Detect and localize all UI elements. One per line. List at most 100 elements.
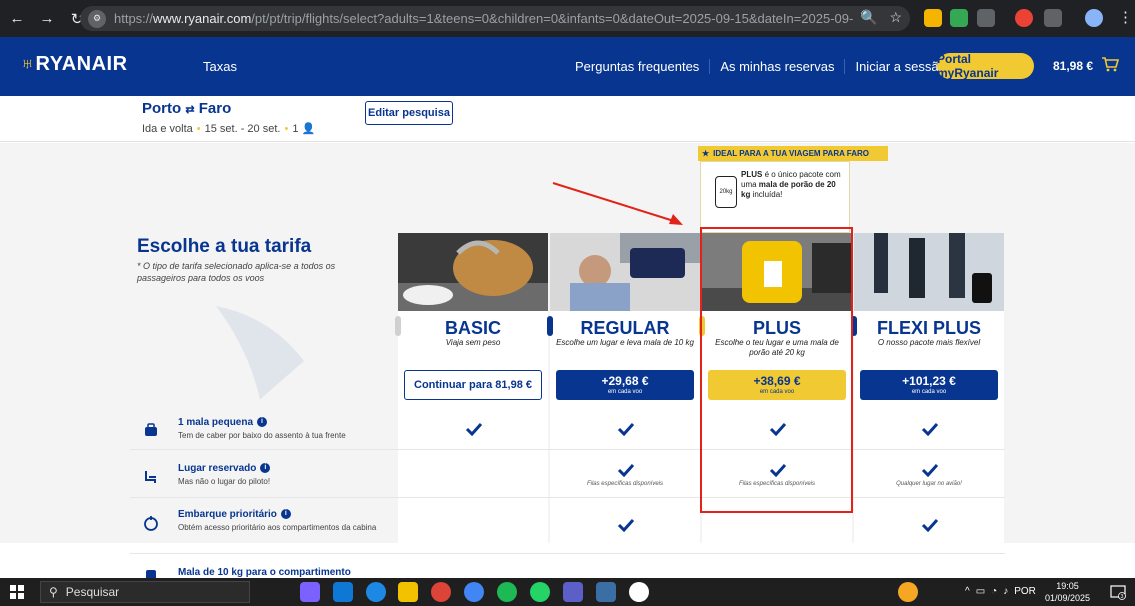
whatsapp-icon[interactable] bbox=[530, 582, 550, 602]
weather-icon[interactable] bbox=[898, 582, 918, 602]
seat-note: Filas específicas disponíveis bbox=[738, 481, 816, 487]
system-tray: ^ ▭ ◔ ♪ POR bbox=[965, 586, 1036, 597]
feature-title: Lugar reservado i bbox=[178, 463, 271, 474]
trip-info: Ida e volta • 15 set. - 20 set. • 1 👤 bbox=[142, 123, 316, 135]
site-header: ♅RYANAIR Taxas Perguntas frequentes As m… bbox=[0, 37, 1135, 96]
outlook-app-icon[interactable] bbox=[333, 582, 353, 602]
teams-icon[interactable] bbox=[563, 582, 583, 602]
chrome-icon[interactable] bbox=[431, 582, 451, 602]
fare-photo-flexi-plus bbox=[854, 233, 1004, 311]
chevron-up-icon[interactable]: ^ bbox=[965, 586, 970, 597]
zoom-icon[interactable]: 🔍 bbox=[860, 9, 877, 26]
spotify-icon[interactable] bbox=[497, 582, 517, 602]
windows-taskbar: ⚲ Pesquisar ^ ▭ ◔ ♪ POR 19:05 01/09/2025… bbox=[0, 578, 1135, 606]
harp-watermark-icon bbox=[216, 306, 304, 400]
passenger-icon: 👤 bbox=[301, 123, 316, 135]
extension-icon[interactable] bbox=[924, 9, 942, 27]
fare-selection: Escolhe a tua tarifa * O tipo de tarifa … bbox=[0, 143, 1135, 578]
select-flexi-plus-button[interactable]: +101,23 € em cada voo bbox=[860, 370, 998, 400]
info-icon[interactable]: i bbox=[257, 417, 268, 428]
feature-title: Mala de 10 kg para o compartimento bbox=[178, 567, 351, 578]
address-bar[interactable]: ⚙ https://www.ryanair.com/pt/pt/trip/fli… bbox=[80, 6, 910, 31]
cart-icon[interactable] bbox=[1100, 54, 1120, 74]
wifi-icon[interactable]: ◔ bbox=[991, 586, 997, 597]
extension-icon[interactable] bbox=[977, 9, 995, 27]
portal-myryanair-button[interactable]: Portal myRyanair bbox=[937, 52, 1034, 80]
url-text: https://www.ryanair.com/pt/pt/trip/fligh… bbox=[114, 11, 854, 26]
volume-icon[interactable]: ♪ bbox=[1003, 586, 1008, 597]
fare-description: Viaja sem peso bbox=[445, 338, 501, 347]
fare-description: Escolhe um lugar e leva mala de 10 kg bbox=[556, 338, 694, 347]
app-icon[interactable] bbox=[596, 582, 616, 602]
chrome-profile-icon[interactable] bbox=[464, 582, 484, 602]
taskbar-clock[interactable]: 19:05 01/09/2025 bbox=[1045, 580, 1090, 604]
notification-icon[interactable]: 3 bbox=[1110, 584, 1126, 600]
windows-start-icon[interactable] bbox=[10, 585, 24, 599]
ideal-banner: ★ IDEAL PARA A TUA VIAGEM PARA FARO bbox=[698, 146, 888, 161]
extensions-puzzle-icon[interactable] bbox=[1044, 9, 1062, 27]
fare-name: FLEXI PLUS bbox=[876, 318, 981, 338]
trip-summary-bar: Porto ⇄ Faro Ida e volta • 15 set. - 20 se… bbox=[0, 96, 1135, 142]
fare-column-plus: PLUS Escolhe o teu lugar e uma mala de p… bbox=[699, 233, 852, 578]
fare-column-basic: BASIC Viaja sem peso Continuar para 81,9… bbox=[395, 233, 548, 578]
profile-avatar-icon[interactable] bbox=[1085, 9, 1103, 27]
fare-description: Escolhe o teu lugar e uma mala de porão … bbox=[715, 338, 839, 357]
select-plus-button[interactable]: +38,69 € em cada voo bbox=[708, 370, 846, 400]
taskbar-search[interactable]: ⚲ Pesquisar bbox=[40, 581, 250, 603]
forward-icon[interactable]: → bbox=[34, 6, 60, 32]
seat-icon bbox=[145, 471, 156, 483]
round-trip-arrows-icon: ⇄ bbox=[185, 104, 195, 116]
faq-link[interactable]: Perguntas frequentes bbox=[565, 59, 711, 74]
app-icon[interactable] bbox=[366, 582, 386, 602]
check-icon bbox=[617, 518, 635, 532]
file-explorer-icon[interactable] bbox=[398, 582, 418, 602]
route-title: Porto ⇄ Faro bbox=[142, 100, 232, 117]
site-info-icon[interactable]: ⚙ bbox=[88, 9, 106, 28]
edit-search-button[interactable]: Editar pesquisa bbox=[365, 101, 453, 125]
fare-photo-basic bbox=[398, 233, 548, 311]
check-icon bbox=[617, 463, 635, 477]
check-icon bbox=[921, 463, 939, 477]
feature-description: Tem de caber por baixo do assento à tua … bbox=[178, 431, 346, 440]
taxas-link[interactable]: Taxas bbox=[203, 59, 237, 74]
app-icon[interactable] bbox=[629, 582, 649, 602]
fare-name: PLUS bbox=[752, 318, 801, 338]
continue-basic-button[interactable]: Continuar para 81,98 € bbox=[404, 370, 542, 400]
browser-toolbar: ← → ↻ ⚙ https://www.ryanair.com/pt/pt/tr… bbox=[0, 0, 1135, 37]
page-title: Escolhe a tua tarifa bbox=[137, 236, 312, 257]
back-icon[interactable]: ← bbox=[4, 6, 30, 32]
fare-photo-plus bbox=[702, 233, 852, 311]
check-icon bbox=[769, 463, 787, 477]
ryanair-logo[interactable]: ♅RYANAIR bbox=[20, 53, 128, 76]
check-icon bbox=[465, 422, 483, 436]
feature-description: Mas não o lugar do piloto! bbox=[178, 477, 271, 486]
header-links: Perguntas frequentes As minhas reservas … bbox=[565, 59, 956, 74]
fare-description: O nosso pacote mais flexível bbox=[877, 338, 981, 347]
svg-text:3: 3 bbox=[1121, 594, 1124, 600]
menu-kebab-icon[interactable]: ⋮ bbox=[1118, 8, 1133, 26]
harp-icon: ♅ bbox=[20, 53, 36, 75]
search-icon: ⚲ bbox=[49, 585, 58, 599]
check-icon bbox=[921, 518, 939, 532]
feature-description: Obtém acesso prioritário aos compartimen… bbox=[178, 523, 377, 532]
seat-note: Qualquer lugar no avião! bbox=[896, 481, 962, 487]
seat-note: Filas específicas disponíveis bbox=[586, 481, 664, 487]
extension-icon[interactable] bbox=[950, 9, 968, 27]
star-icon: ★ bbox=[702, 149, 710, 158]
feature-title: Embarque prioritário i bbox=[178, 509, 291, 520]
info-icon[interactable]: i bbox=[260, 463, 271, 474]
language-indicator[interactable]: POR bbox=[1014, 586, 1036, 597]
bookmark-star-icon[interactable]: ☆ bbox=[889, 9, 902, 26]
info-icon[interactable]: i bbox=[280, 509, 291, 520]
small-bag-icon bbox=[145, 423, 157, 436]
check-icon bbox=[921, 422, 939, 436]
fare-name: REGULAR bbox=[580, 318, 670, 338]
feature-title: 1 mala pequena i bbox=[178, 417, 268, 428]
select-regular-button[interactable]: +29,68 € em cada voo bbox=[556, 370, 694, 400]
battery-icon[interactable]: ▭ bbox=[976, 586, 985, 597]
fare-note: * O tipo de tarifa selecionado aplica-se… bbox=[137, 261, 336, 283]
extension-icon[interactable] bbox=[1015, 9, 1033, 27]
suitcase-icon: 20kg bbox=[715, 176, 737, 208]
my-bookings-link[interactable]: As minhas reservas bbox=[710, 59, 846, 74]
m365-app-icon[interactable] bbox=[300, 582, 320, 602]
